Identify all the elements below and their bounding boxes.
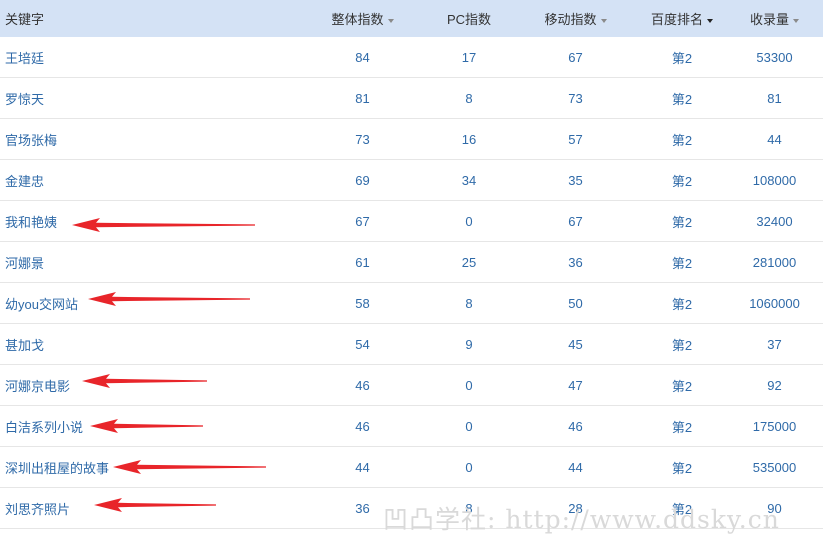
table-row: 深圳出租屋的故事 44 0 44 第2 535000: [0, 447, 823, 488]
cell-total-index: 69: [355, 172, 370, 188]
cell-keyword[interactable]: 刘思齐照片: [0, 499, 300, 518]
cell-pc-index: 9: [465, 336, 473, 352]
header-keyword: 关键字: [5, 12, 45, 27]
cell-mobile-index: 35: [568, 172, 583, 188]
cell-indexed-count: 37: [767, 336, 782, 352]
table-row: 金建忠 69 34 35 第2 108000: [0, 160, 823, 201]
cell-keyword[interactable]: 官场张梅: [0, 130, 300, 149]
cell-indexed-count: 53300: [756, 49, 793, 65]
table-row: 甚加戈 54 9 45 第2 37: [0, 324, 823, 365]
cell-total-index: 67: [355, 213, 370, 229]
cell-pc-index: 25: [461, 254, 477, 270]
cell-total-index: 46: [355, 418, 370, 434]
cell-indexed-count: 175000: [752, 418, 797, 434]
header-total-index[interactable]: 整体指数: [300, 9, 425, 28]
cell-indexed-count: 281000: [752, 254, 797, 270]
header-pc-index[interactable]: PC指数: [425, 9, 513, 28]
cell-total-index: 44: [355, 459, 370, 475]
cell-total-index: 61: [355, 254, 370, 270]
sort-caret-icon: [387, 18, 394, 23]
cell-mobile-index: 45: [568, 336, 583, 352]
cell-baidu-rank: 第2: [671, 296, 693, 312]
cell-mobile-index: 46: [568, 418, 583, 434]
cell-keyword[interactable]: 白洁系列小说: [0, 417, 300, 436]
cell-mobile-index: 73: [568, 90, 583, 106]
cell-mobile-index: 67: [568, 49, 583, 65]
cell-keyword[interactable]: 河娜京电影: [0, 376, 300, 395]
cell-baidu-rank: 第2: [671, 91, 693, 107]
cell-total-index: 73: [355, 131, 370, 147]
cell-keyword[interactable]: 河娜景: [0, 253, 300, 272]
cell-indexed-count: 32400: [756, 213, 793, 229]
cell-baidu-rank: 第2: [671, 460, 693, 476]
header-indexed-count[interactable]: 收录量: [726, 9, 823, 28]
cell-indexed-count: 81: [767, 90, 782, 106]
cell-pc-index: 0: [465, 459, 473, 475]
table-row: 幼you交网站 58 8 50 第2 1060000: [0, 283, 823, 324]
cell-baidu-rank: 第2: [671, 50, 693, 66]
cell-pc-index: 8: [465, 295, 473, 311]
table-row: 罗惊天 81 8 73 第2 81: [0, 78, 823, 119]
cell-keyword[interactable]: 我和艳姨: [0, 212, 300, 231]
cell-pc-index: 0: [465, 377, 473, 393]
cell-mobile-index: 47: [568, 377, 583, 393]
cell-baidu-rank: 第2: [671, 337, 693, 353]
cell-mobile-index: 57: [568, 131, 583, 147]
cell-baidu-rank: 第2: [671, 132, 693, 148]
keyword-table: 关键字 整体指数 PC指数 移动指数 百度排名 收录量 王培廷 84 17 67 第2 5…: [0, 0, 823, 529]
table-header: 关键字 整体指数 PC指数 移动指数 百度排名 收录量: [0, 0, 823, 37]
cell-total-index: 46: [355, 377, 370, 393]
cell-pc-index: 8: [465, 90, 473, 106]
table-row: 官场张梅 73 16 57 第2 44: [0, 119, 823, 160]
table-row: 王培廷 84 17 67 第2 53300: [0, 37, 823, 78]
cell-keyword[interactable]: 罗惊天: [0, 89, 300, 108]
watermark: 凹凸学社: http://www.ddsky.cn: [383, 505, 780, 534]
cell-indexed-count: 108000: [752, 172, 797, 188]
cell-pc-index: 0: [465, 418, 473, 434]
cell-pc-index: 17: [461, 49, 477, 65]
cell-baidu-rank: 第2: [671, 214, 693, 230]
cell-keyword[interactable]: 深圳出租屋的故事: [0, 458, 300, 477]
cell-keyword[interactable]: 甚加戈: [0, 335, 300, 354]
table-row: 白洁系列小说 46 0 46 第2 175000: [0, 406, 823, 447]
cell-mobile-index: 50: [568, 295, 583, 311]
cell-baidu-rank: 第2: [671, 173, 693, 189]
cell-pc-index: 16: [461, 131, 477, 147]
table-row: 河娜景 61 25 36 第2 281000: [0, 242, 823, 283]
sort-caret-icon: [793, 18, 799, 23]
cell-indexed-count: 92: [767, 377, 782, 393]
cell-pc-index: 34: [461, 172, 477, 188]
cell-total-index: 58: [355, 295, 370, 311]
cell-indexed-count: 535000: [752, 459, 797, 475]
cell-indexed-count: 1060000: [749, 295, 800, 311]
header-mobile-index[interactable]: 移动指数: [513, 9, 638, 28]
sort-caret-icon: [600, 18, 607, 23]
cell-mobile-index: 44: [568, 459, 583, 475]
cell-baidu-rank: 第2: [671, 255, 693, 271]
cell-pc-index: 0: [465, 213, 473, 229]
cell-indexed-count: 44: [767, 131, 782, 147]
table-row: 河娜京电影 46 0 47 第2 92: [0, 365, 823, 406]
cell-mobile-index: 36: [568, 254, 583, 270]
cell-baidu-rank: 第2: [671, 419, 693, 435]
cell-keyword[interactable]: 王培廷: [0, 48, 300, 67]
cell-total-index: 81: [355, 90, 370, 106]
table-row: 我和艳姨 67 0 67 第2 32400: [0, 201, 823, 242]
sort-caret-icon: [707, 18, 713, 23]
cell-baidu-rank: 第2: [671, 378, 693, 394]
cell-total-index: 54: [355, 336, 370, 352]
cell-mobile-index: 67: [568, 213, 583, 229]
cell-keyword[interactable]: 金建忠: [0, 171, 300, 190]
table-body: 王培廷 84 17 67 第2 53300 罗惊天 81 8 73 第2 81 官场张梅 73 16 57 第2…: [0, 37, 823, 529]
page-edge: [823, 0, 835, 532]
header-baidu-rank[interactable]: 百度排名: [638, 9, 726, 28]
cell-total-index: 84: [355, 49, 370, 65]
cell-keyword[interactable]: 幼you交网站: [0, 294, 300, 313]
